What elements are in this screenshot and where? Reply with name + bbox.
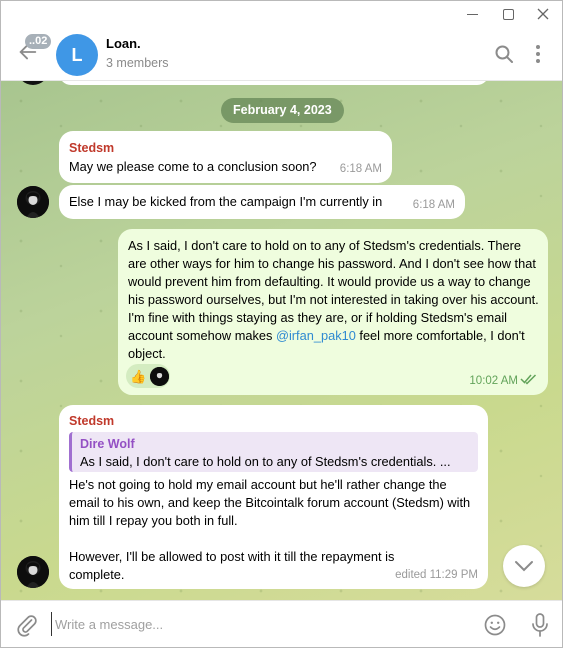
minimize-button[interactable]	[463, 5, 481, 23]
user-avatar-image	[17, 556, 49, 588]
message-time: 10:02 AM	[469, 375, 518, 387]
reactor-avatar	[150, 366, 169, 386]
mention-link[interactable]: @irfan_pak10	[276, 328, 356, 343]
voice-record-button[interactable]	[528, 612, 552, 638]
message-time: 6:18 AM	[339, 163, 382, 175]
message-text: As I said, I don't care to hold on to an…	[128, 237, 540, 363]
reactions[interactable]: 👍	[126, 364, 170, 388]
read-check-icon	[520, 372, 538, 390]
chat-header: ..02 L Loan. 3 members	[1, 27, 562, 81]
user-avatar-image	[150, 366, 169, 386]
avatar[interactable]	[17, 556, 49, 588]
more-vertical-icon	[536, 45, 540, 63]
close-icon	[537, 8, 549, 20]
chat-title[interactable]: Loan.	[106, 36, 141, 51]
message-text: May we please come to a conclusion soon?	[69, 159, 317, 174]
search-button[interactable]	[492, 42, 516, 66]
microphone-icon	[532, 613, 548, 637]
message-bubble[interactable]: Else I may be kicked from the campaign I…	[59, 185, 465, 219]
message-text: Else I may be kicked from the campaign I…	[69, 194, 383, 209]
paperclip-icon	[17, 615, 37, 637]
message-text: However, I'll be allowed to post with it…	[69, 549, 395, 582]
reply-author: Dire Wolf	[80, 437, 135, 451]
sender-name[interactable]: Stedsm	[69, 139, 382, 157]
message-bubble[interactable]: Stedsm May we please come to a conclusio…	[59, 131, 392, 183]
attach-button[interactable]	[15, 613, 39, 637]
chevron-down-icon	[515, 561, 533, 572]
message-time: edited 11:29 PM	[395, 569, 478, 581]
close-button[interactable]	[534, 5, 552, 23]
telegram-window: ..02 L Loan. 3 members February 4, 2023 …	[0, 0, 563, 648]
emoji-button[interactable]	[483, 613, 507, 637]
date-separator: February 4, 2023	[221, 98, 344, 123]
previous-message-bubble[interactable]	[59, 81, 489, 85]
title-bar	[1, 1, 562, 27]
message-time: 6:18 AM	[412, 199, 455, 211]
sender-name[interactable]: Stedsm	[69, 412, 478, 430]
chat-history[interactable]: February 4, 2023 Stedsm May we please co…	[1, 81, 562, 600]
message-input[interactable]	[51, 612, 461, 636]
maximize-button[interactable]	[499, 5, 517, 23]
user-avatar-image	[17, 186, 49, 218]
search-icon	[495, 45, 513, 63]
emoji-icon	[484, 614, 506, 636]
message-composer	[1, 600, 562, 647]
unread-badge: ..02	[25, 34, 52, 49]
group-avatar[interactable]: L	[56, 34, 98, 76]
thumbs-up-reaction[interactable]: 👍	[129, 367, 148, 386]
more-button[interactable]	[526, 42, 550, 66]
scroll-to-bottom-button[interactable]	[503, 545, 545, 587]
member-count[interactable]: 3 members	[106, 56, 169, 70]
reply-quote[interactable]: Dire Wolf As I said, I don't care to hol…	[69, 432, 478, 472]
outgoing-message-bubble[interactable]: As I said, I don't care to hold on to an…	[118, 229, 548, 395]
message-text: He's not going to hold my email account …	[69, 477, 471, 528]
reply-text: As I said, I don't care to hold on to an…	[80, 454, 451, 469]
message-bubble[interactable]: Stedsm Dire Wolf As I said, I don't care…	[59, 405, 488, 589]
avatar[interactable]	[17, 186, 49, 218]
